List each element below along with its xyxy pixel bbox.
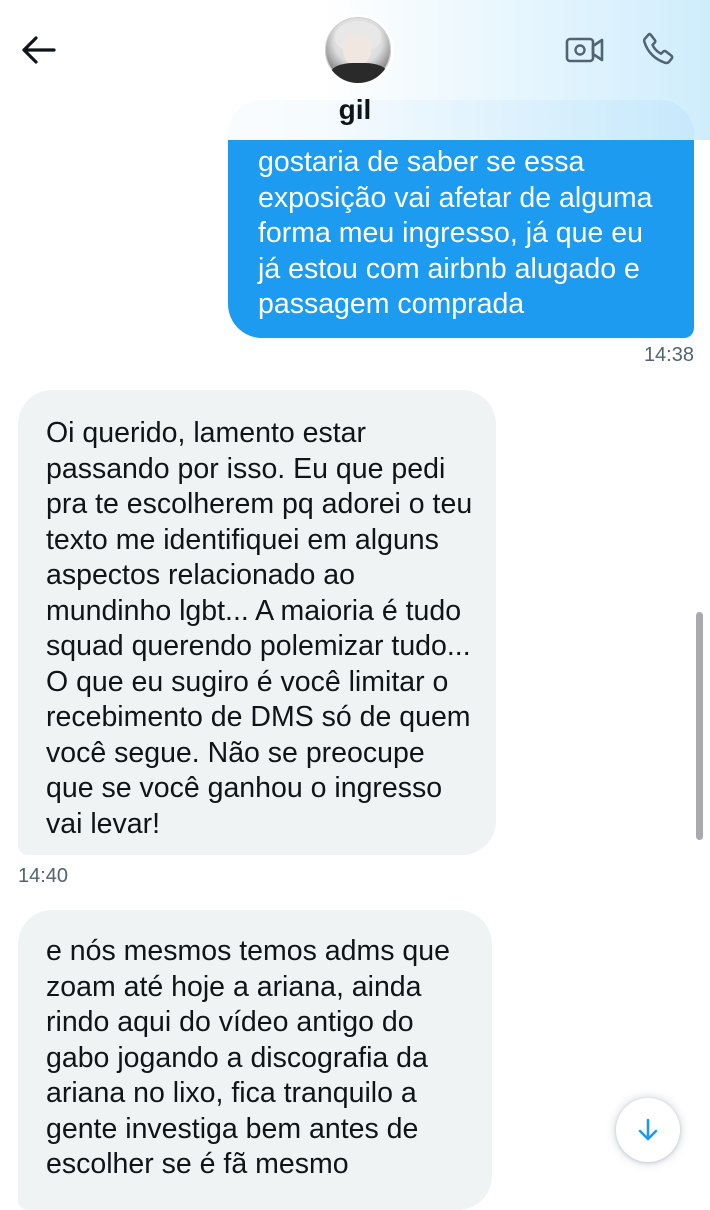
message-timestamp: 14:40 — [18, 865, 69, 887]
avatar[interactable] — [322, 14, 394, 86]
message-timestamp: 14:38 — [643, 344, 694, 366]
contact-name[interactable]: gil — [0, 94, 710, 126]
scrollbar[interactable] — [696, 612, 703, 840]
received-message-bubble[interactable]: e nós mesmos temos adms que zoam até hoj… — [18, 910, 492, 1210]
arrow-left-icon — [22, 36, 56, 64]
voice-call-button[interactable] — [636, 26, 682, 72]
back-button[interactable] — [18, 30, 58, 70]
scroll-to-bottom-button[interactable] — [616, 1098, 680, 1162]
message-text: Oi querido, lamento estar passando por i… — [46, 417, 473, 840]
message-text: gostaria de saber se essa exposição vai … — [258, 146, 653, 320]
video-call-button[interactable] — [563, 30, 607, 70]
conversation-header: gil — [0, 0, 710, 140]
phone-icon — [642, 32, 674, 65]
arrow-down-icon — [638, 1118, 658, 1141]
video-camera-icon — [565, 37, 604, 63]
message-text: e nós mesmos temos adms que zoam até hoj… — [46, 935, 450, 1180]
received-message-bubble[interactable]: Oi querido, lamento estar passando por i… — [18, 390, 496, 855]
